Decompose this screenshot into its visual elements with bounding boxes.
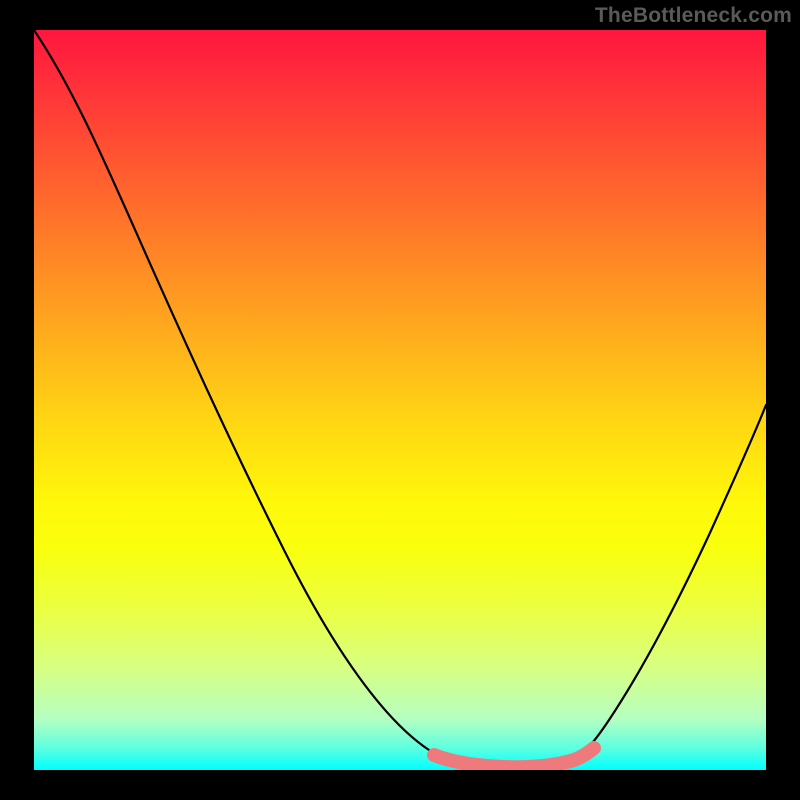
- plot-area: [34, 30, 766, 770]
- chart-frame: TheBottleneck.com: [0, 0, 800, 800]
- watermark-text: TheBottleneck.com: [595, 4, 792, 28]
- bottleneck-chart: [34, 30, 766, 770]
- bottleneck-curve-line: [34, 30, 766, 767]
- bottleneck-highlight-band: [434, 748, 594, 767]
